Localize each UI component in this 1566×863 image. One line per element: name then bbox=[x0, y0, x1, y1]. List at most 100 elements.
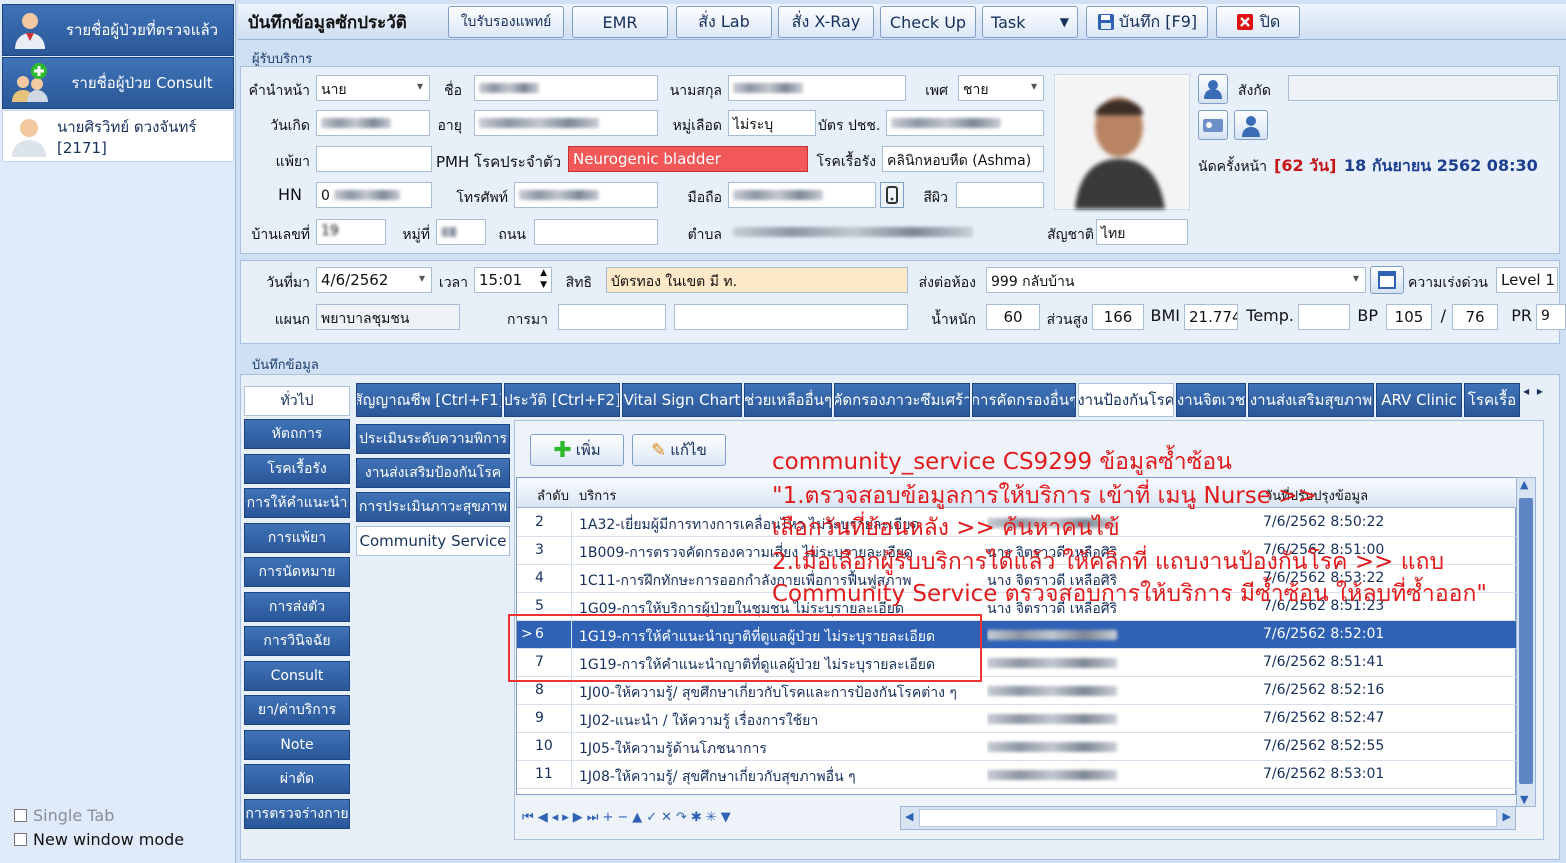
skin-field[interactable] bbox=[956, 182, 1044, 208]
user-info-button[interactable] bbox=[1234, 110, 1268, 140]
name-field[interactable] bbox=[474, 75, 658, 101]
nav-item[interactable]: การส่งตัว bbox=[244, 591, 350, 622]
came-detail-field[interactable] bbox=[674, 304, 908, 330]
phone-field[interactable] bbox=[514, 182, 658, 208]
bmi-field[interactable]: 21.774 bbox=[1184, 304, 1238, 330]
temp-field[interactable] bbox=[1298, 304, 1350, 330]
table-row[interactable]: 10 1J05-ให้ความรู้ด้านโภชนาการ 7/6/2562 8:… bbox=[517, 733, 1517, 761]
scroll-down-icon[interactable]: ▼ bbox=[1520, 793, 1528, 806]
moo-field[interactable] bbox=[436, 219, 486, 245]
order-lab-button[interactable]: สั่ง Lab bbox=[676, 6, 772, 38]
tab-item[interactable]: สัญญาณชีพ [Ctrl+F1] bbox=[356, 383, 502, 417]
tab-item[interactable]: การคัดกรองอื่นๆ bbox=[972, 383, 1076, 417]
visit-time-spinner[interactable]: 15:01 ▲ ▼ bbox=[474, 267, 552, 293]
hn-field[interactable]: 0 bbox=[316, 182, 432, 208]
cid-field[interactable] bbox=[886, 110, 1044, 136]
send-select[interactable]: 999 กลับบ้าน bbox=[986, 267, 1366, 293]
close-button[interactable]: ปิด bbox=[1216, 6, 1300, 38]
tab-item[interactable]: งานส่งเสริมสุขภาพ bbox=[1248, 383, 1374, 417]
subtab-item[interactable]: งานส่งเสริมป้องกันโรค bbox=[356, 458, 510, 488]
new-window-checkbox[interactable]: New window mode bbox=[14, 830, 184, 849]
weight-field[interactable]: 60 bbox=[986, 304, 1040, 330]
urgency-field[interactable]: Level 1 bbox=[1496, 267, 1558, 293]
road-field[interactable] bbox=[534, 219, 658, 245]
dob-field[interactable] bbox=[316, 110, 430, 136]
mobile-field[interactable] bbox=[728, 182, 876, 208]
tab-item[interactable]: ประวัติ [Ctrl+F2] bbox=[504, 383, 620, 417]
add-button[interactable]: ✚ เพิ่ม bbox=[530, 434, 624, 466]
card-button[interactable] bbox=[1198, 110, 1228, 140]
pr-field[interactable]: 9 bbox=[1536, 304, 1566, 330]
tab-item[interactable]: Vital Sign Chart bbox=[622, 383, 742, 417]
horizontal-scrollbar[interactable]: ◀ ▶ bbox=[900, 806, 1516, 830]
nav-general[interactable]: ทั่วไป bbox=[244, 386, 350, 416]
scroll-right-icon[interactable]: ▶ bbox=[1503, 810, 1511, 823]
nav-item[interactable]: การวินิจฉัย bbox=[244, 626, 350, 656]
single-tab-checkbox[interactable]: Single Tab bbox=[14, 806, 114, 825]
allergy-field[interactable] bbox=[316, 146, 432, 172]
prefix-select[interactable]: นาย bbox=[316, 75, 430, 101]
nav-item[interactable]: หัตถการ bbox=[244, 419, 350, 449]
emr-button[interactable]: EMR bbox=[572, 6, 668, 38]
tab-item[interactable]: คัดกรองภาวะซึมเศร้า bbox=[834, 383, 970, 417]
tab-item[interactable]: งานจิตเวช bbox=[1176, 383, 1246, 417]
chevron-right-icon[interactable]: ▸ bbox=[1537, 384, 1543, 398]
nav-item[interactable]: โรคเรื้อรัง bbox=[244, 453, 350, 484]
vertical-scrollbar[interactable]: ▲ ▼ bbox=[1516, 477, 1536, 807]
tab-scroll-arrows[interactable]: ◂ ▸ bbox=[1508, 384, 1558, 404]
nav-item[interactable]: การนัดหมาย bbox=[244, 557, 350, 587]
checkup-button[interactable]: Check Up bbox=[880, 6, 976, 38]
consult-patients-button[interactable]: รายชื่อผู้ป่วย Consult bbox=[2, 57, 234, 109]
chronic-field[interactable]: คลินิกหอบหืด (Ashma) bbox=[882, 146, 1044, 172]
edit-button[interactable]: ✎ แก้ไข bbox=[632, 434, 726, 466]
surname-field[interactable] bbox=[728, 75, 906, 101]
task-dropdown[interactable]: Task ▼ bbox=[982, 6, 1078, 38]
visit-date-picker[interactable]: 4/6/2562 bbox=[316, 267, 432, 293]
pmh-field[interactable]: Neurogenic bladder bbox=[568, 146, 808, 172]
tab-item[interactable]: ช่วยเหลืออื่นๆ bbox=[744, 383, 832, 417]
house-field[interactable]: 19 bbox=[316, 219, 386, 245]
dept-field[interactable] bbox=[1288, 75, 1558, 101]
camera-button[interactable] bbox=[1198, 74, 1228, 104]
scrollbar-thumb[interactable] bbox=[1519, 498, 1533, 784]
mobile-lookup-button[interactable] bbox=[880, 182, 904, 208]
nation-field[interactable]: ไทย bbox=[1096, 219, 1188, 245]
bp-systolic-field[interactable]: 105 bbox=[1386, 304, 1432, 330]
nav-item[interactable]: การตรวจร่างกาย bbox=[244, 798, 350, 829]
nav-item[interactable]: Consult bbox=[244, 660, 350, 691]
subtab-item[interactable]: ประเมินระดับความพิการ bbox=[356, 424, 510, 454]
subtab-community-service[interactable]: Community Service bbox=[356, 526, 510, 556]
hscroll-thumb[interactable] bbox=[919, 809, 1497, 827]
right-field[interactable]: บัตรทอง ในเขต มี ท. bbox=[606, 267, 908, 293]
sex-select[interactable]: ชาย bbox=[958, 75, 1044, 101]
address-field[interactable] bbox=[728, 219, 1044, 245]
height-field[interactable]: 166 bbox=[1092, 304, 1144, 330]
nav-item[interactable]: การให้คำแนะนำ bbox=[244, 488, 350, 518]
order-xray-button[interactable]: สั่ง X-Ray bbox=[778, 6, 874, 38]
table-row[interactable]: 9 1J02-แนะนำ / ให้ความรู้ เรื่องการใช้ยา 7… bbox=[517, 705, 1517, 733]
tab-disease-prevention[interactable]: งานป้องกันโรค bbox=[1078, 383, 1174, 417]
subtab-item[interactable]: การประเมินภาวะสุขภาพ bbox=[356, 492, 510, 522]
nav-item[interactable]: การแพ้ยา bbox=[244, 522, 350, 553]
nav-item[interactable]: ยา/ค่าบริการ bbox=[244, 695, 350, 725]
scroll-left-icon[interactable]: ◀ bbox=[905, 810, 913, 823]
age-field[interactable] bbox=[474, 110, 658, 136]
blood-field[interactable]: ไม่ระบุ bbox=[728, 110, 816, 136]
redacted-text bbox=[733, 190, 823, 200]
nav-item[interactable]: Note bbox=[244, 729, 350, 760]
navigator-icons[interactable]: ⏮◀◂▸▶⏭+−▲✓✕↷✱✳▼ bbox=[522, 810, 735, 825]
bp-diastolic-field[interactable]: 76 bbox=[1452, 304, 1498, 330]
save-button[interactable]: บันทึก [F9] bbox=[1086, 6, 1208, 38]
calendar-button[interactable] bbox=[1370, 266, 1404, 294]
examined-patients-button[interactable]: รายชื่อผู้ป่วยที่ตรวจแล้ว bbox=[2, 4, 234, 56]
tab-item[interactable]: ARV Clinic bbox=[1376, 383, 1462, 417]
came-field[interactable] bbox=[558, 304, 666, 330]
nav-item[interactable]: ผ่าตัด bbox=[244, 764, 350, 794]
ward-field[interactable]: พยาบาลชุมชน bbox=[316, 304, 460, 330]
table-row[interactable]: 11 1J08-ให้ความรู้/ สุขศึกษาเกี่ยวกับสุขภ… bbox=[517, 761, 1517, 789]
scroll-up-icon[interactable]: ▲ bbox=[1520, 478, 1528, 491]
record-navigator[interactable]: ⏮◀◂▸▶⏭+−▲✓✕↷✱✳▼ bbox=[516, 806, 836, 832]
medical-certificate-button[interactable]: ใบรับรองแพทย์ bbox=[448, 6, 564, 38]
current-patient-item[interactable]: นายศิรวิทย์ ดวงจันทร์ [2171] bbox=[2, 110, 234, 162]
chevron-left-icon[interactable]: ◂ bbox=[1523, 384, 1529, 398]
